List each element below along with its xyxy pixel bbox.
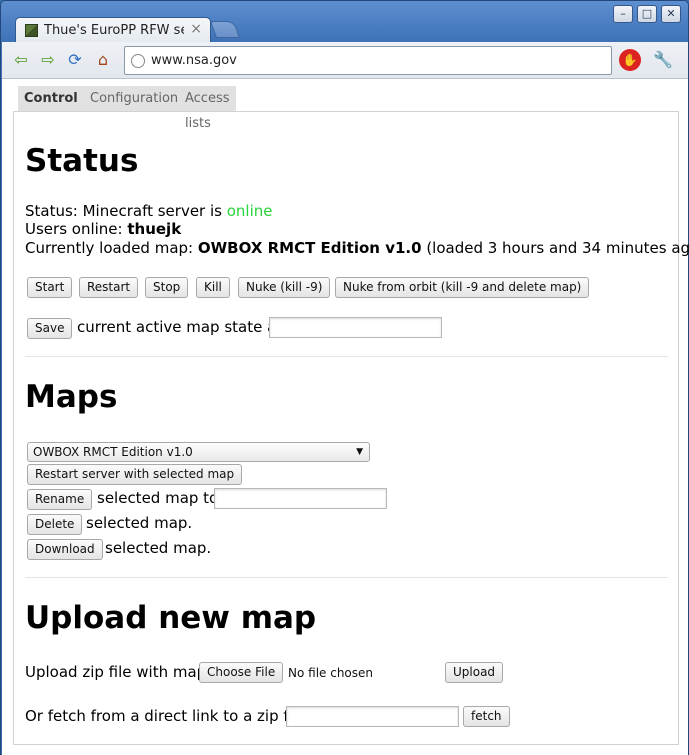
users-prefix: Users online: bbox=[25, 220, 128, 238]
stop-button[interactable]: Stop bbox=[145, 277, 189, 298]
download-button[interactable]: Download bbox=[27, 539, 103, 560]
rename-text: selected map to bbox=[97, 489, 219, 507]
delete-text: selected map. bbox=[86, 514, 193, 532]
map-line: Currently loaded map: OWBOX RMCT Edition… bbox=[25, 239, 689, 257]
control-panel: Status Status: Minecraft server is onlin… bbox=[13, 111, 689, 745]
kill-button[interactable]: Kill bbox=[196, 277, 230, 298]
delete-button[interactable]: Delete bbox=[27, 514, 83, 535]
tab-close-icon[interactable]: × bbox=[190, 21, 202, 37]
users-value: thuejk bbox=[127, 220, 182, 238]
tab-title: Thue's EuroPP RFW ser bbox=[44, 23, 184, 38]
save-text: current active map state as bbox=[77, 318, 285, 336]
home-icon[interactable]: ⌂ bbox=[93, 50, 113, 70]
browser-tab[interactable]: Thue's EuroPP RFW ser × bbox=[15, 17, 211, 43]
tab-access-lists[interactable]: Access lists bbox=[179, 86, 236, 131]
map-select-value: OWBOX RMCT Edition v1.0 bbox=[33, 445, 193, 459]
url-text[interactable]: www.nsa.gov bbox=[151, 53, 237, 68]
maps-heading: Maps bbox=[25, 379, 118, 415]
minimize-button[interactable]: – bbox=[613, 5, 633, 23]
upload-button[interactable]: Upload bbox=[445, 662, 504, 683]
chevron-down-icon: ▼ bbox=[356, 447, 363, 457]
status-line: Status: Minecraft server is online bbox=[25, 202, 273, 220]
tab-configuration[interactable]: Configuration bbox=[84, 86, 185, 111]
status-heading: Status bbox=[25, 143, 139, 179]
fetch-url-input[interactable] bbox=[286, 706, 459, 727]
map-prefix: Currently loaded map: bbox=[25, 239, 198, 257]
map-suffix: (loaded 3 hours and 34 minutes ago) bbox=[421, 239, 689, 257]
nuke-from-orbit-button[interactable]: Nuke from orbit (kill -9 and delete map) bbox=[335, 277, 590, 298]
rename-button[interactable]: Rename bbox=[27, 489, 93, 510]
close-window-button[interactable]: ✕ bbox=[661, 5, 681, 23]
stop-sign-icon[interactable]: ✋ bbox=[619, 49, 641, 71]
save-button[interactable]: Save bbox=[27, 318, 73, 339]
new-tab-button[interactable] bbox=[209, 21, 241, 38]
nuke-button[interactable]: Nuke (kill -9) bbox=[238, 277, 331, 298]
fetch-label: Or fetch from a direct link to a zip fil… bbox=[25, 707, 312, 725]
status-prefix: Status: Minecraft server is bbox=[25, 202, 227, 220]
map-select[interactable]: OWBOX RMCT Edition v1.0 ▼ bbox=[27, 442, 370, 462]
status-badge: online bbox=[226, 202, 273, 220]
browser-toolbar: ⇦ ⇨ ⟳ ⌂ www.nsa.gov ✋ 🔧 bbox=[2, 42, 688, 79]
forward-icon[interactable]: ⇨ bbox=[38, 50, 58, 70]
no-file-chosen-text: No file chosen bbox=[288, 666, 374, 680]
download-text: selected map. bbox=[105, 539, 212, 557]
globe-icon bbox=[131, 54, 145, 68]
back-icon[interactable]: ⇦ bbox=[11, 50, 31, 70]
divider bbox=[25, 356, 668, 357]
users-line: Users online: thuejk bbox=[25, 220, 181, 238]
page-content: Control Configuration Access lists Statu… bbox=[2, 79, 689, 755]
favicon-icon bbox=[25, 24, 38, 37]
upload-heading: Upload new map bbox=[25, 600, 317, 636]
tab-strip: Thue's EuroPP RFW ser × – □ ✕ bbox=[1, 1, 688, 43]
wrench-icon[interactable]: 🔧 bbox=[653, 50, 673, 70]
tab-control[interactable]: Control bbox=[18, 86, 84, 111]
divider bbox=[25, 577, 668, 578]
map-value: OWBOX RMCT Edition v1.0 bbox=[197, 239, 422, 257]
restart-button[interactable]: Restart bbox=[79, 277, 139, 298]
restart-with-map-button[interactable]: Restart server with selected map bbox=[27, 464, 243, 485]
address-bar[interactable]: www.nsa.gov bbox=[124, 46, 612, 75]
save-map-name-input[interactable] bbox=[269, 317, 442, 338]
fetch-button[interactable]: fetch bbox=[463, 706, 510, 727]
rename-input[interactable] bbox=[214, 488, 387, 509]
zip-label: Upload zip file with map: bbox=[25, 663, 212, 681]
reload-icon[interactable]: ⟳ bbox=[65, 50, 85, 70]
choose-file-button[interactable]: Choose File bbox=[199, 662, 284, 683]
maximize-button[interactable]: □ bbox=[637, 5, 657, 23]
start-button[interactable]: Start bbox=[27, 277, 73, 298]
browser-window: Thue's EuroPP RFW ser × – □ ✕ ⇦ ⇨ ⟳ ⌂ ww… bbox=[0, 0, 689, 755]
